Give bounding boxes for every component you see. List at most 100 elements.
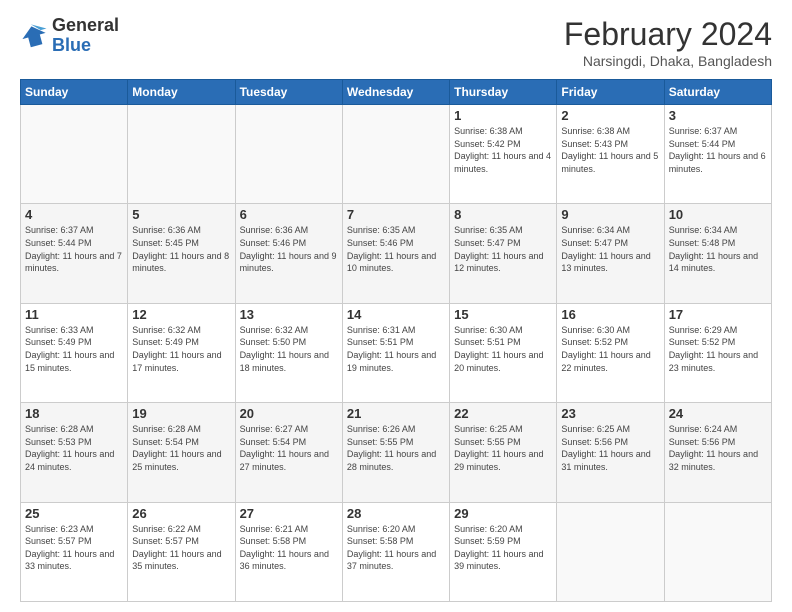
day-info: Sunrise: 6:30 AM Sunset: 5:52 PM Dayligh… (561, 324, 659, 374)
week-row-1: 1 Sunrise: 6:38 AM Sunset: 5:42 PM Daylig… (21, 105, 772, 204)
day-info: Sunrise: 6:34 AM Sunset: 5:47 PM Dayligh… (561, 224, 659, 274)
day-info: Sunrise: 6:20 AM Sunset: 5:59 PM Dayligh… (454, 523, 552, 573)
calendar-cell: 9 Sunrise: 6:34 AM Sunset: 5:47 PM Daylig… (557, 204, 664, 303)
week-row-5: 25Sunrise: 6:23 AM Sunset: 5:57 PM Dayli… (21, 502, 772, 601)
col-header-thursday: Thursday (450, 80, 557, 105)
day-number: 10 (669, 207, 767, 222)
day-number: 16 (561, 307, 659, 322)
calendar-cell: 28Sunrise: 6:20 AM Sunset: 5:58 PM Dayli… (342, 502, 449, 601)
calendar-cell: 2 Sunrise: 6:38 AM Sunset: 5:43 PM Daylig… (557, 105, 664, 204)
calendar-cell: 18 Sunrise: 6:28 AM Sunset: 5:53 PM Dayli… (21, 403, 128, 502)
col-header-saturday: Saturday (664, 80, 771, 105)
header: General Blue February 2024 Narsingdi, Dh… (20, 16, 772, 69)
calendar-cell: 5 Sunrise: 6:36 AM Sunset: 5:45 PM Daylig… (128, 204, 235, 303)
week-row-4: 18 Sunrise: 6:28 AM Sunset: 5:53 PM Dayli… (21, 403, 772, 502)
calendar-cell (21, 105, 128, 204)
calendar-cell: 1 Sunrise: 6:38 AM Sunset: 5:42 PM Daylig… (450, 105, 557, 204)
calendar-cell: 20 Sunrise: 6:27 AM Sunset: 5:54 PM Dayli… (235, 403, 342, 502)
day-number: 22 (454, 406, 552, 421)
day-info: Sunrise: 6:31 AM Sunset: 5:51 PM Dayligh… (347, 324, 445, 374)
day-info: Sunrise: 6:37 AM Sunset: 5:44 PM Dayligh… (25, 224, 123, 274)
day-info: Sunrise: 6:38 AM Sunset: 5:42 PM Dayligh… (454, 125, 552, 175)
day-number: 19 (132, 406, 230, 421)
calendar-cell: 15 Sunrise: 6:30 AM Sunset: 5:51 PM Dayli… (450, 303, 557, 402)
day-info: Sunrise: 6:26 AM Sunset: 5:55 PM Dayligh… (347, 423, 445, 473)
day-info: Sunrise: 6:28 AM Sunset: 5:53 PM Dayligh… (25, 423, 123, 473)
calendar-cell: 13 Sunrise: 6:32 AM Sunset: 5:50 PM Dayli… (235, 303, 342, 402)
col-header-friday: Friday (557, 80, 664, 105)
day-number: 5 (132, 207, 230, 222)
day-info: Sunrise: 6:27 AM Sunset: 5:54 PM Dayligh… (240, 423, 338, 473)
col-header-tuesday: Tuesday (235, 80, 342, 105)
calendar-cell: 14 Sunrise: 6:31 AM Sunset: 5:51 PM Dayli… (342, 303, 449, 402)
calendar-cell: 12Sunrise: 6:32 AM Sunset: 5:49 PM Dayli… (128, 303, 235, 402)
calendar-cell: 23Sunrise: 6:25 AM Sunset: 5:56 PM Dayli… (557, 403, 664, 502)
calendar-cell: 27 Sunrise: 6:21 AM Sunset: 5:58 PM Dayli… (235, 502, 342, 601)
day-info: Sunrise: 6:24 AM Sunset: 5:56 PM Dayligh… (669, 423, 767, 473)
calendar-cell: 24Sunrise: 6:24 AM Sunset: 5:56 PM Dayli… (664, 403, 771, 502)
day-info: Sunrise: 6:37 AM Sunset: 5:44 PM Dayligh… (669, 125, 767, 175)
day-info: Sunrise: 6:28 AM Sunset: 5:54 PM Dayligh… (132, 423, 230, 473)
day-info: Sunrise: 6:25 AM Sunset: 5:55 PM Dayligh… (454, 423, 552, 473)
logo-blue: Blue (52, 36, 119, 56)
calendar-header-row: SundayMondayTuesdayWednesdayThursdayFrid… (21, 80, 772, 105)
day-number: 14 (347, 307, 445, 322)
calendar-cell: 26 Sunrise: 6:22 AM Sunset: 5:57 PM Dayli… (128, 502, 235, 601)
day-info: Sunrise: 6:32 AM Sunset: 5:50 PM Dayligh… (240, 324, 338, 374)
day-info: Sunrise: 6:38 AM Sunset: 5:43 PM Dayligh… (561, 125, 659, 175)
day-number: 9 (561, 207, 659, 222)
calendar-cell: 10 Sunrise: 6:34 AM Sunset: 5:48 PM Dayli… (664, 204, 771, 303)
day-number: 15 (454, 307, 552, 322)
week-row-2: 4 Sunrise: 6:37 AM Sunset: 5:44 PM Daylig… (21, 204, 772, 303)
day-info: Sunrise: 6:35 AM Sunset: 5:46 PM Dayligh… (347, 224, 445, 274)
logo-general: General (52, 16, 119, 36)
calendar-cell: 11 Sunrise: 6:33 AM Sunset: 5:49 PM Dayli… (21, 303, 128, 402)
calendar-cell: 7 Sunrise: 6:35 AM Sunset: 5:46 PM Daylig… (342, 204, 449, 303)
calendar-cell: 19 Sunrise: 6:28 AM Sunset: 5:54 PM Dayli… (128, 403, 235, 502)
day-number: 4 (25, 207, 123, 222)
day-number: 7 (347, 207, 445, 222)
logo: General Blue (20, 16, 119, 56)
day-number: 26 (132, 506, 230, 521)
calendar-cell: 22 Sunrise: 6:25 AM Sunset: 5:55 PM Dayli… (450, 403, 557, 502)
main-title: February 2024 (564, 16, 772, 53)
day-number: 20 (240, 406, 338, 421)
day-info: Sunrise: 6:25 AM Sunset: 5:56 PM Dayligh… (561, 423, 659, 473)
calendar-cell: 16 Sunrise: 6:30 AM Sunset: 5:52 PM Dayli… (557, 303, 664, 402)
day-number: 6 (240, 207, 338, 222)
day-info: Sunrise: 6:36 AM Sunset: 5:45 PM Dayligh… (132, 224, 230, 274)
day-info: Sunrise: 6:20 AM Sunset: 5:58 PM Dayligh… (347, 523, 445, 573)
calendar-cell: 4 Sunrise: 6:37 AM Sunset: 5:44 PM Daylig… (21, 204, 128, 303)
day-number: 1 (454, 108, 552, 123)
logo-text: General Blue (52, 16, 119, 56)
day-number: 11 (25, 307, 123, 322)
day-number: 21 (347, 406, 445, 421)
calendar-cell (664, 502, 771, 601)
day-info: Sunrise: 6:33 AM Sunset: 5:49 PM Dayligh… (25, 324, 123, 374)
calendar-cell: 21 Sunrise: 6:26 AM Sunset: 5:55 PM Dayli… (342, 403, 449, 502)
col-header-monday: Monday (128, 80, 235, 105)
day-number: 27 (240, 506, 338, 521)
day-number: 13 (240, 307, 338, 322)
day-info: Sunrise: 6:32 AM Sunset: 5:49 PM Dayligh… (132, 324, 230, 374)
calendar-cell (342, 105, 449, 204)
calendar-cell (235, 105, 342, 204)
day-number: 25 (25, 506, 123, 521)
day-info: Sunrise: 6:22 AM Sunset: 5:57 PM Dayligh… (132, 523, 230, 573)
day-number: 18 (25, 406, 123, 421)
day-info: Sunrise: 6:34 AM Sunset: 5:48 PM Dayligh… (669, 224, 767, 274)
calendar-cell (128, 105, 235, 204)
calendar-cell: 25Sunrise: 6:23 AM Sunset: 5:57 PM Dayli… (21, 502, 128, 601)
calendar-cell: 17Sunrise: 6:29 AM Sunset: 5:52 PM Dayli… (664, 303, 771, 402)
page: General Blue February 2024 Narsingdi, Dh… (0, 0, 792, 612)
day-number: 2 (561, 108, 659, 123)
day-number: 17 (669, 307, 767, 322)
day-info: Sunrise: 6:30 AM Sunset: 5:51 PM Dayligh… (454, 324, 552, 374)
week-row-3: 11 Sunrise: 6:33 AM Sunset: 5:49 PM Dayli… (21, 303, 772, 402)
day-info: Sunrise: 6:21 AM Sunset: 5:58 PM Dayligh… (240, 523, 338, 573)
calendar-cell: 29Sunrise: 6:20 AM Sunset: 5:59 PM Dayli… (450, 502, 557, 601)
col-header-wednesday: Wednesday (342, 80, 449, 105)
title-block: February 2024 Narsingdi, Dhaka, Banglade… (564, 16, 772, 69)
day-number: 3 (669, 108, 767, 123)
col-header-sunday: Sunday (21, 80, 128, 105)
